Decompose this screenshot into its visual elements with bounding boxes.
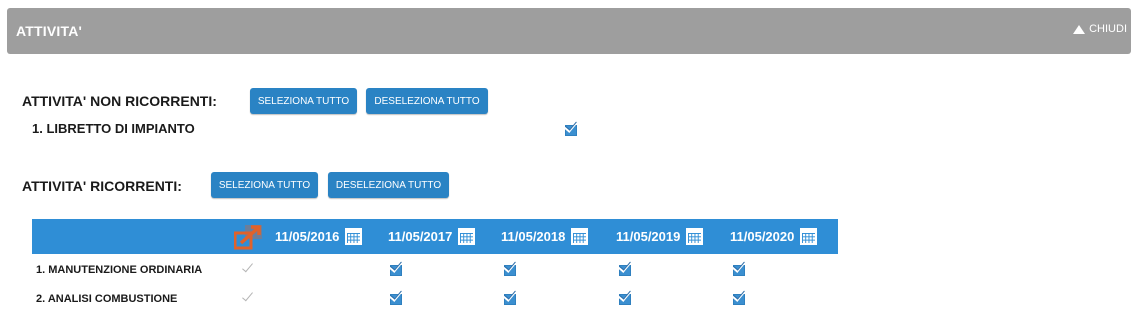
close-button[interactable]: CHIUDI <box>1073 23 1127 35</box>
row-toggle-checkbox <box>241 289 253 303</box>
non-recurring-item-label: 1. LIBRETTO DI IMPIANTO <box>32 121 195 136</box>
date-label: 11/05/2018 <box>501 229 566 244</box>
table-cell-checkbox[interactable] <box>731 287 746 305</box>
table-cell-checkbox[interactable] <box>502 287 517 305</box>
row-toggle-checkbox <box>241 260 253 274</box>
table-cell-checkbox[interactable] <box>617 287 632 305</box>
calendar-icon <box>458 228 476 245</box>
date-column-0[interactable]: 11/05/2016 <box>275 219 363 254</box>
recurring-deselect-all-button[interactable]: DESELEZIONA TUTTO <box>328 172 449 198</box>
close-button-label: CHIUDI <box>1089 23 1127 35</box>
table-row-label: 1. MANUTENZIONE ORDINARIA <box>36 264 203 276</box>
recurring-label: ATTIVITA' RICORRENTI: <box>22 178 182 194</box>
non-recurring-label: ATTIVITA' NON RICORRENTI: <box>22 93 217 109</box>
non-recurring-item-checkbox[interactable] <box>563 118 578 136</box>
table-row-label: 2. ANALISI COMBUSTIONE <box>36 293 178 305</box>
checkmark-icon <box>242 260 253 273</box>
table-cell-checkbox[interactable] <box>388 287 403 305</box>
date-label: 11/05/2017 <box>388 229 453 244</box>
date-column-4[interactable]: 11/05/2020 <box>730 219 818 254</box>
date-label: 11/05/2019 <box>616 229 681 244</box>
date-column-1[interactable]: 11/05/2017 <box>388 219 476 254</box>
calendar-icon <box>571 228 589 245</box>
table-cell-checkbox[interactable] <box>388 258 403 276</box>
calendar-icon <box>686 228 704 245</box>
expand-arrows-icon[interactable] <box>234 223 264 250</box>
table-cell-checkbox[interactable] <box>502 258 517 276</box>
non-recurring-select-all-button[interactable]: SELEZIONA TUTTO <box>250 88 357 114</box>
date-column-2[interactable]: 11/05/2018 <box>501 219 589 254</box>
panel-header: ATTIVITA' CHIUDI <box>7 8 1131 54</box>
recurring-table-header: 11/05/2016 11/05/2017 11/05/2018 11/05/2… <box>32 219 838 254</box>
date-label: 11/05/2016 <box>275 229 340 244</box>
date-label: 11/05/2020 <box>730 229 795 244</box>
calendar-icon <box>345 228 363 245</box>
triangle-up-icon <box>1073 24 1086 34</box>
checkmark-icon <box>242 289 253 302</box>
table-cell-checkbox[interactable] <box>617 258 632 276</box>
table-cell-checkbox[interactable] <box>731 258 746 276</box>
calendar-icon <box>800 228 818 245</box>
panel-title: ATTIVITA' <box>16 23 83 39</box>
date-column-3[interactable]: 11/05/2019 <box>616 219 704 254</box>
non-recurring-deselect-all-button[interactable]: DESELEZIONA TUTTO <box>366 88 488 114</box>
recurring-select-all-button[interactable]: SELEZIONA TUTTO <box>211 172 318 198</box>
